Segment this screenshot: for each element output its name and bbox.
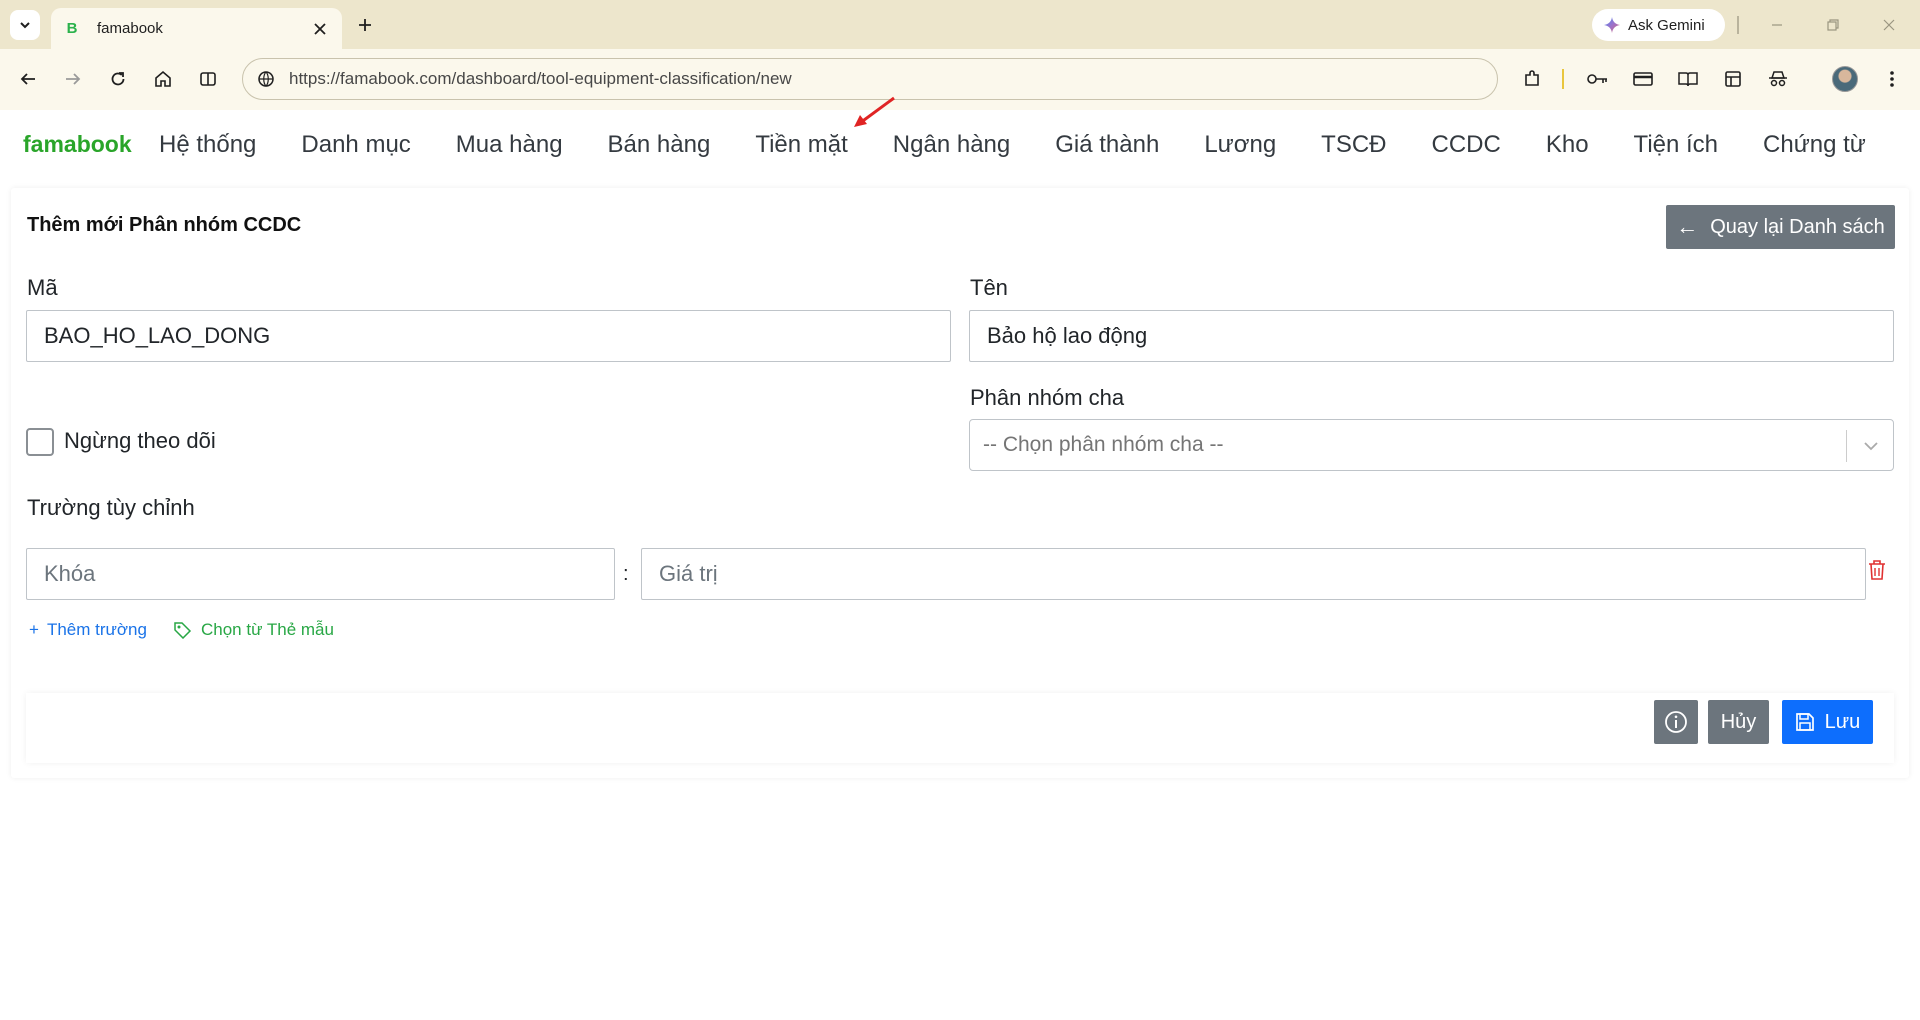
tab-search-button[interactable]	[10, 10, 40, 40]
reload-button[interactable]	[102, 63, 134, 95]
nav-danh-muc[interactable]: Danh mục	[301, 131, 410, 159]
nav-gia-thanh[interactable]: Giá thành	[1055, 131, 1159, 159]
code-input[interactable]: BAO_HO_LAO_DONG	[26, 310, 951, 362]
custom-value-input[interactable]: Giá trị	[641, 548, 1866, 600]
arrow-left-icon	[20, 73, 35, 85]
tab-close-icon[interactable]	[310, 19, 330, 39]
browser-menu-button[interactable]	[1876, 63, 1908, 95]
nav-chung-tu[interactable]: Chứng từ	[1763, 131, 1866, 159]
arrow-right-icon	[66, 73, 81, 85]
url-text[interactable]: https://famabook.com/dashboard/tool-equi…	[289, 69, 792, 89]
tag-icon	[174, 622, 192, 639]
chevron-down-icon	[20, 22, 30, 29]
site-info-icon[interactable]	[257, 70, 275, 88]
parent-group-placeholder: -- Chọn phân nhóm cha --	[983, 433, 1224, 456]
code-label: Mã	[27, 275, 58, 300]
inactive-checkbox[interactable]	[26, 428, 54, 456]
payment-methods-button[interactable]	[1627, 63, 1659, 95]
name-input[interactable]: Bảo hộ lao động	[969, 310, 1894, 362]
plus-icon: +	[29, 620, 39, 639]
split-view-icon	[200, 72, 216, 86]
info-button[interactable]	[1654, 700, 1698, 744]
back-nav-button[interactable]	[12, 63, 44, 95]
browser-tabstrip: B famabook Ask Gemini	[0, 0, 1920, 49]
key-icon	[1587, 74, 1607, 84]
choose-template-button[interactable]: Chọn từ Thẻ mẫu	[173, 620, 334, 640]
parent-group-select[interactable]: -- Chọn phân nhóm cha --	[969, 419, 1894, 471]
custom-fields-label: Trường tùy chỉnh	[27, 495, 195, 520]
cancel-button[interactable]: Hủy	[1708, 700, 1769, 744]
form-card: Thêm mới Phân nhóm CCDC ← Quay lại Danh …	[11, 188, 1909, 778]
back-to-list-button[interactable]: ← Quay lại Danh sách	[1666, 205, 1895, 249]
table-icon	[1725, 71, 1741, 87]
restore-icon	[1827, 19, 1839, 31]
incognito-button[interactable]	[1762, 63, 1794, 95]
tab-layout-button[interactable]	[1717, 63, 1749, 95]
nav-kho[interactable]: Kho	[1546, 131, 1589, 159]
save-icon	[1795, 712, 1815, 732]
trash-icon[interactable]	[1867, 559, 1887, 581]
red-arrow-annotation-icon	[854, 96, 895, 127]
minimize-button[interactable]	[1762, 12, 1792, 38]
address-bar[interactable]: https://famabook.com/dashboard/tool-equi…	[242, 58, 1498, 100]
reload-icon	[111, 72, 125, 86]
book-icon	[1678, 72, 1698, 87]
forward-nav-button[interactable]	[57, 63, 89, 95]
gemini-sparkle-icon	[1604, 17, 1620, 33]
minimize-icon	[1772, 24, 1782, 26]
page-title: Thêm mới Phân nhóm CCDC	[27, 214, 302, 236]
nav-ccdc[interactable]: CCDC	[1432, 131, 1501, 159]
nav-ngan-hang[interactable]: Ngân hàng	[893, 131, 1010, 159]
nav-tien-mat[interactable]: Tiền mặt	[755, 131, 847, 159]
passwords-button[interactable]	[1582, 63, 1614, 95]
profile-avatar[interactable]	[1832, 66, 1858, 92]
split-view-button[interactable]	[192, 63, 224, 95]
incognito-icon	[1769, 71, 1787, 87]
nav-mua-hang[interactable]: Mua hàng	[456, 131, 563, 159]
nav-luong[interactable]: Lương	[1204, 131, 1276, 159]
inactive-label[interactable]: Ngừng theo dõi	[64, 428, 216, 454]
parent-group-label: Phân nhóm cha	[970, 385, 1125, 410]
add-field-button[interactable]: + Thêm trường	[29, 620, 147, 640]
tabstrip-divider	[1737, 16, 1739, 34]
save-label: Lưu	[1824, 710, 1861, 733]
key-value-separator: :	[623, 563, 629, 585]
add-field-label: Thêm trường	[46, 620, 147, 639]
browser-toolbar: https://famabook.com/dashboard/tool-equi…	[0, 49, 1920, 127]
app-navbar: famabook Hệ thống Danh mục Mua hàng Bán …	[0, 110, 1920, 179]
nav-tien-ich[interactable]: Tiện ích	[1634, 131, 1718, 159]
home-button[interactable]	[147, 63, 179, 95]
famabook-favicon-icon: B	[66, 20, 78, 37]
tab-title: famabook	[97, 20, 163, 37]
new-tab-button[interactable]	[352, 12, 378, 38]
close-window-button[interactable]	[1874, 12, 1904, 38]
credit-card-icon	[1633, 72, 1653, 86]
select-separator	[1846, 430, 1847, 462]
extensions-button[interactable]	[1516, 63, 1548, 95]
restore-button[interactable]	[1818, 12, 1848, 38]
info-icon	[1665, 711, 1687, 733]
form-footer	[26, 693, 1894, 763]
save-button[interactable]: Lưu	[1782, 700, 1873, 744]
browser-tab-famabook[interactable]: B famabook	[51, 8, 342, 49]
custom-key-input[interactable]: Khóa	[26, 548, 615, 600]
nav-tscd[interactable]: TSCĐ	[1321, 131, 1386, 159]
more-vertical-icon	[1890, 71, 1894, 87]
toolbar-separator	[1562, 69, 1564, 89]
plus-icon	[359, 19, 371, 31]
choose-template-label: Chọn từ Thẻ mẫu	[201, 620, 334, 639]
ask-gemini-button[interactable]: Ask Gemini	[1592, 9, 1725, 41]
ask-gemini-label: Ask Gemini	[1628, 16, 1705, 34]
arrow-left-icon: ←	[1676, 214, 1699, 239]
name-label: Tên	[970, 275, 1008, 300]
puzzle-icon	[1525, 70, 1539, 86]
home-icon	[155, 70, 171, 87]
brand-logo[interactable]: famabook	[23, 131, 159, 158]
nav-he-thong[interactable]: Hệ thống	[159, 131, 256, 159]
nav-ban-hang[interactable]: Bán hàng	[608, 131, 711, 159]
back-to-list-label: Quay lại Danh sách	[1710, 215, 1885, 238]
reading-mode-button[interactable]	[1672, 63, 1704, 95]
chevron-down-icon[interactable]	[1859, 434, 1883, 458]
close-icon	[1883, 19, 1895, 31]
